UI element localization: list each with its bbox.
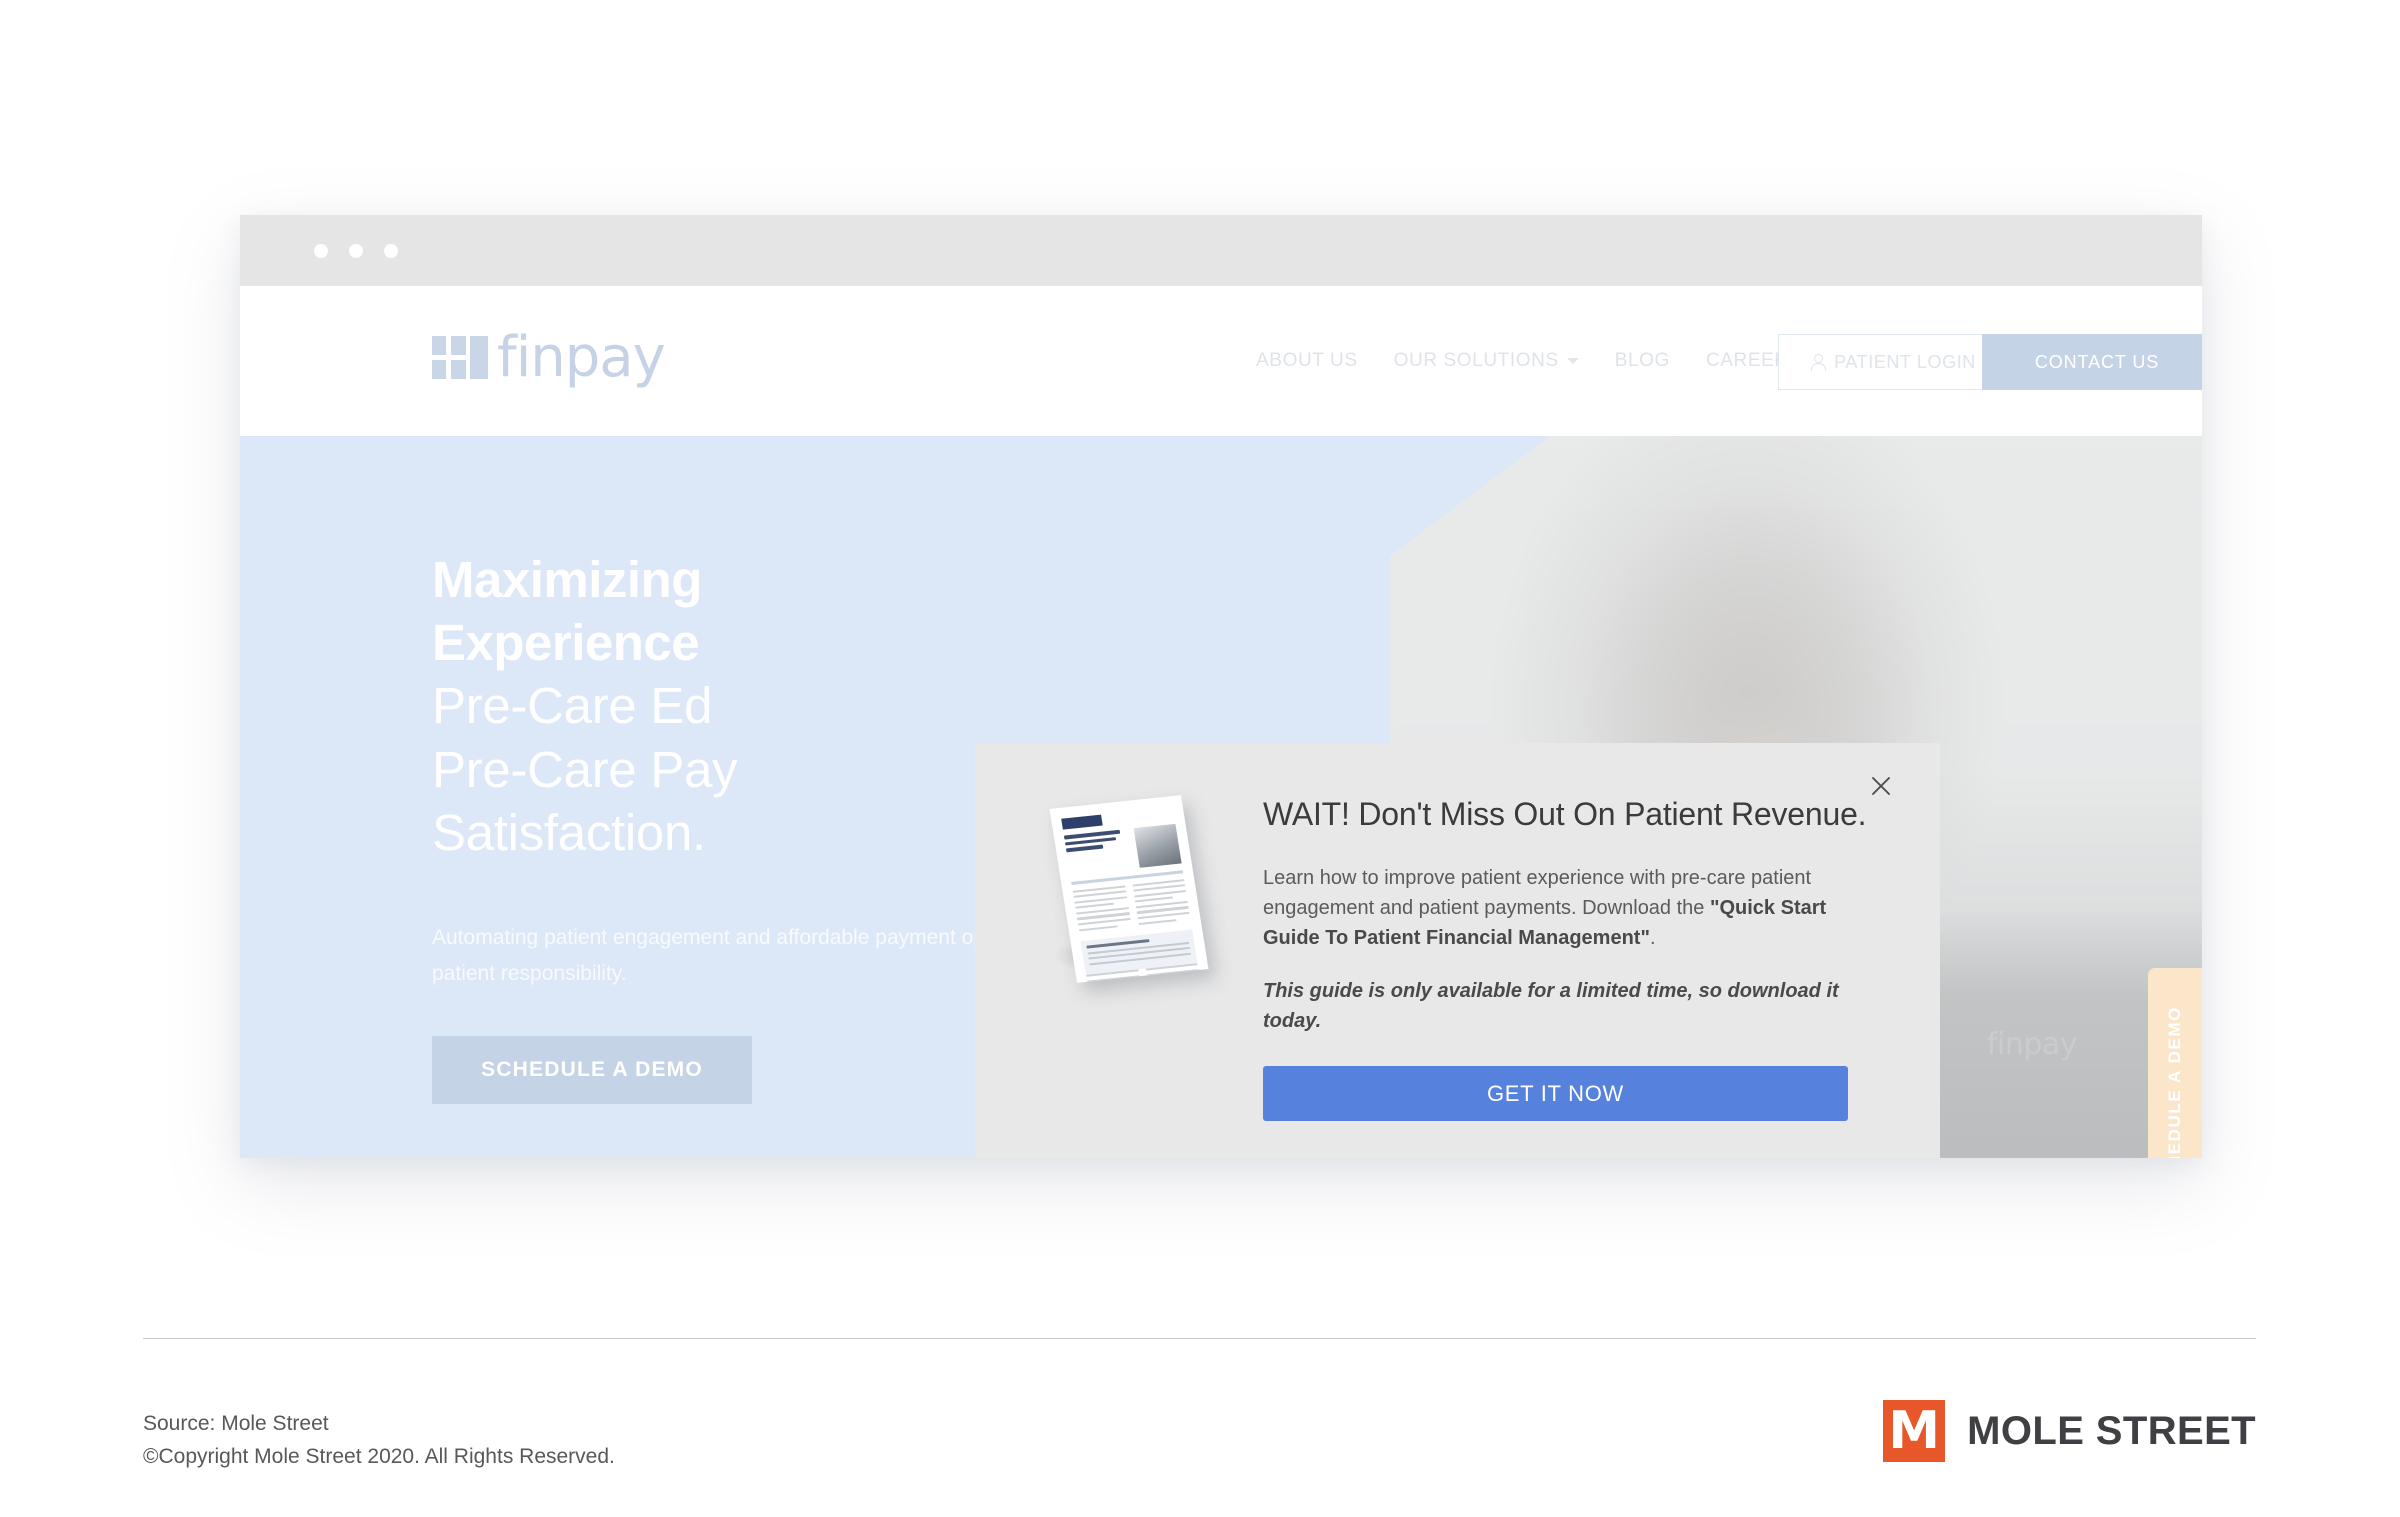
modal-get-it-now-button[interactable]: GET IT NOW <box>1263 1066 1848 1122</box>
guide-thumbnail <box>1035 795 1225 1010</box>
guide-document-mockup <box>1049 795 1209 983</box>
hero-heading-line-1: Maximizing <box>432 551 702 608</box>
nav-item-about-us[interactable]: ABOUT US <box>1256 350 1358 372</box>
hero-heading-line-3: Pre-Care Ed <box>432 677 713 735</box>
nav-item-our-solutions[interactable]: OUR SOLUTIONS <box>1394 350 1579 372</box>
hero-heading-line-2: Experience <box>432 614 700 672</box>
mole-street-logo-text: MOLE STREET <box>1967 1408 2256 1453</box>
contact-us-button[interactable]: CONTACT US <box>1982 334 2202 390</box>
patient-login-button[interactable]: PATIENT LOGIN <box>1778 334 2008 390</box>
nav-item-label: BLOG <box>1614 350 1670 371</box>
hero-photo-finpay-badge: finpay <box>1986 1027 2078 1062</box>
doc-photo <box>1133 823 1182 868</box>
side-schedule-demo-label: + SCHEDULE A DEMO <box>2165 1006 2184 1158</box>
patient-login-label: PATIENT LOGIN <box>1834 351 1976 372</box>
doc-body-columns <box>1072 878 1192 935</box>
hero-schedule-demo-label: SCHEDULE A DEMO <box>481 1058 703 1082</box>
hero-schedule-demo-button[interactable]: SCHEDULE A DEMO <box>432 1036 752 1105</box>
mole-street-logo: M MOLE STREET <box>1883 1400 2256 1462</box>
doc-column <box>1131 878 1191 929</box>
person-icon <box>1810 353 1827 371</box>
exit-intent-modal: WAIT! Don't Miss Out On Patient Revenue.… <box>975 743 1940 1158</box>
modal-urgency-text: This guide is only available for a limit… <box>1263 979 1839 1033</box>
mole-street-logo-letter: M <box>1888 1401 1941 1461</box>
finpay-logo[interactable]: finpay <box>432 325 666 390</box>
doc-header-band <box>1061 814 1103 830</box>
window-control-dot[interactable] <box>384 244 398 258</box>
footer-divider <box>143 1338 2256 1339</box>
nav-item-blog[interactable]: BLOG <box>1615 350 1670 372</box>
nav-item-label: OUR SOLUTIONS <box>1393 350 1559 371</box>
browser-chrome-bar <box>240 215 2202 286</box>
modal-body: WAIT! Don't Miss Out On Patient Revenue.… <box>1263 793 1888 1122</box>
finpay-logo-text: finpay <box>497 325 666 390</box>
browser-window: finpay ABOUT US OUR SOLUTIONS BLOG CAREE… <box>240 215 2202 1158</box>
footer-attribution: Source: Mole Street ©Copyright Mole Stre… <box>143 1408 615 1473</box>
side-schedule-demo-tab[interactable]: + SCHEDULE A DEMO <box>2148 968 2202 1158</box>
site-navbar: finpay ABOUT US OUR SOLUTIONS BLOG CAREE… <box>240 286 2202 436</box>
mole-street-logo-mark-icon: M <box>1883 1400 1946 1462</box>
window-control-dot[interactable] <box>349 244 363 258</box>
finpay-logo-mark-icon <box>432 336 488 380</box>
primary-nav: ABOUT US OUR SOLUTIONS BLOG CAREERS <box>1256 286 1802 436</box>
doc-header-row <box>1063 823 1182 875</box>
doc-column <box>1072 884 1132 935</box>
modal-description: Learn how to improve patient experience … <box>1263 863 1888 954</box>
nav-item-label: ABOUT US <box>1256 350 1358 371</box>
footer-source: Source: Mole Street <box>143 1412 329 1435</box>
modal-get-it-now-label: GET IT NOW <box>1487 1080 1624 1106</box>
footer-copyright: ©Copyright Mole Street 2020. All Rights … <box>143 1444 615 1468</box>
modal-description-tail: . <box>1649 927 1656 950</box>
window-control-dot[interactable] <box>314 244 328 258</box>
doc-title-lines <box>1063 829 1134 875</box>
modal-title: WAIT! Don't Miss Out On Patient Revenue. <box>1263 796 1867 832</box>
chevron-down-icon <box>1566 358 1579 364</box>
contact-us-label: CONTACT US <box>2034 351 2160 372</box>
page-root: finpay ABOUT US OUR SOLUTIONS BLOG CAREE… <box>0 0 2400 1517</box>
window-controls <box>314 244 398 258</box>
